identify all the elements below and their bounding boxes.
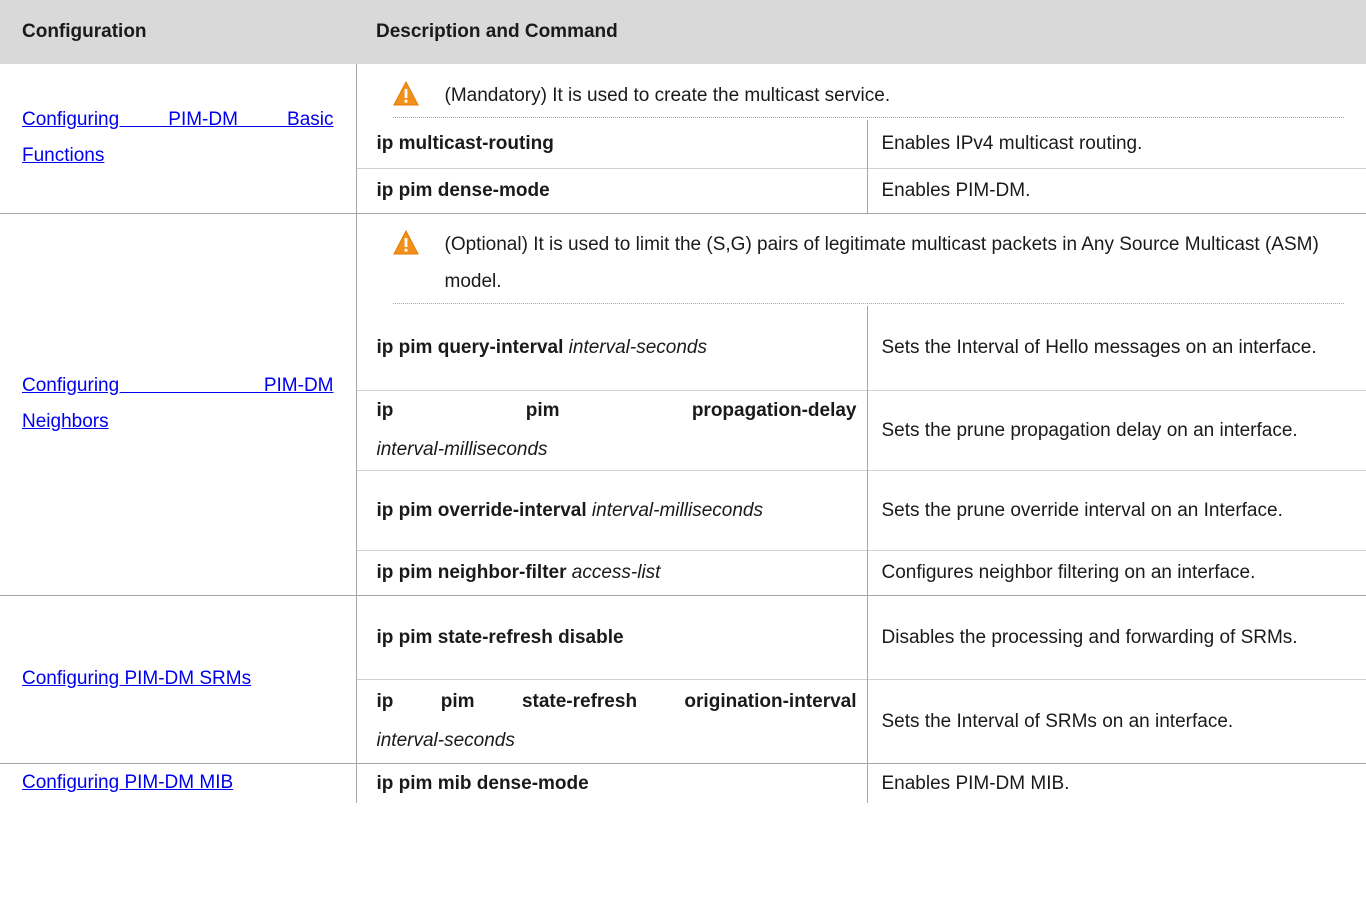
command-text: ip pim query-interval (376, 337, 564, 359)
description-cell: Enables IPv4 multicast routing. (881, 133, 1143, 155)
table-row: Configuring PIM-DM SRMs ip pim state-ref… (0, 594, 1366, 764)
command-argument: interval-milliseconds (591, 499, 763, 521)
command-text: ip pim state-refresh origination-interva… (376, 691, 857, 712)
note-text: (Optional) It is used to limit the (S,G)… (444, 234, 1319, 293)
description-cell: Enables PIM-DM. (867, 167, 1366, 214)
table-header-row: Configuration Description and Command (0, 0, 1366, 64)
command-cell: ip pim neighbor-filter access-list (356, 549, 868, 596)
description-cell: Sets the prune override interval on an I… (867, 469, 1366, 550)
config-cell-basic: Configuring PIM-DM Basic Functions (0, 64, 357, 214)
configuration-table: Configuration Description and Command Co… (0, 0, 1366, 803)
warning-icon (392, 81, 419, 106)
command-cell: ip pim query-interval interval-seconds (356, 306, 868, 390)
link-configuring-pim-dm-mib[interactable]: Configuring PIM-DM MIB (22, 765, 334, 801)
description-cell: Sets the Interval of SRMs on an interfac… (867, 678, 1366, 764)
command-text: ip pim override-interval (376, 499, 587, 521)
command-argument: interval-seconds (568, 337, 707, 359)
command-text: ip pim neighbor-filter (376, 562, 567, 583)
note-text: (Mandatory) It is used to create the mul… (444, 85, 891, 106)
table-row: Configuring PIM-DM Neighbors (Optional) I… (0, 213, 1366, 596)
link-configuring-pim-dm-basic-functions[interactable]: Configuring PIM-DM Basic Functions (22, 102, 334, 174)
header-configuration: Configuration (0, 0, 356, 64)
description-cell: Sets the prune propagation delay on an i… (867, 389, 1366, 470)
command-text: ip multicast-routing (376, 133, 554, 155)
link-configuring-pim-dm-neighbors[interactable]: Configuring PIM-DM Neighbors (22, 368, 334, 440)
command-text: ip pim dense-mode (376, 180, 550, 201)
command-text: ip pim propagation-delay (376, 400, 857, 421)
description-cell: Configures neighbor filtering on an inte… (867, 549, 1366, 596)
command-argument: interval-milliseconds (376, 439, 548, 460)
note-box: (Optional) It is used to limit the (S,G)… (392, 215, 1344, 305)
table-row: Configuring PIM-DM MIB ip pim mib dense-… (0, 762, 1366, 803)
config-cell-neighbors: Configuring PIM-DM Neighbors (0, 213, 357, 596)
note-cell: (Mandatory) It is used to create the mul… (356, 64, 1366, 120)
command-argument: interval-seconds (376, 730, 515, 751)
command-argument: access-list (571, 562, 661, 583)
link-configuring-pim-dm-srms[interactable]: Configuring PIM-DM SRMs (22, 661, 334, 697)
config-cell-srms: Configuring PIM-DM SRMs (0, 595, 357, 764)
command-text: ip pim state-refresh disable (376, 626, 624, 648)
description-cell: Enables PIM-DM MIB. (867, 762, 1366, 803)
warning-icon (392, 230, 419, 255)
command-cell: ip pim dense-mode (356, 167, 868, 214)
note-box: (Mandatory) It is used to create the mul… (392, 66, 1344, 118)
config-cell-mib: Configuring PIM-DM MIB (0, 763, 357, 803)
command-cell: ip pim propagation-delay interval-millise… (356, 389, 868, 470)
description-cell: Disables the processing and forwarding o… (867, 594, 1366, 679)
note-cell: (Optional) It is used to limit the (S,G)… (356, 213, 1366, 306)
command-cell: ip pim state-refresh origination-interva… (356, 678, 868, 764)
description-cell: Sets the Interval of Hello messages on a… (881, 337, 1317, 359)
command-text: ip pim mib dense-mode (376, 772, 589, 794)
header-description-command: Description and Command (356, 0, 1366, 64)
command-cell: ip pim override-interval interval-millis… (356, 469, 868, 550)
command-cell: ip pim state-refresh disable (356, 594, 868, 679)
command-cell: ip multicast-routing (356, 120, 868, 168)
table-row: Configuring PIM-DM Basic Functions (Manda… (0, 64, 1366, 214)
command-cell: ip pim mib dense-mode (356, 762, 868, 803)
